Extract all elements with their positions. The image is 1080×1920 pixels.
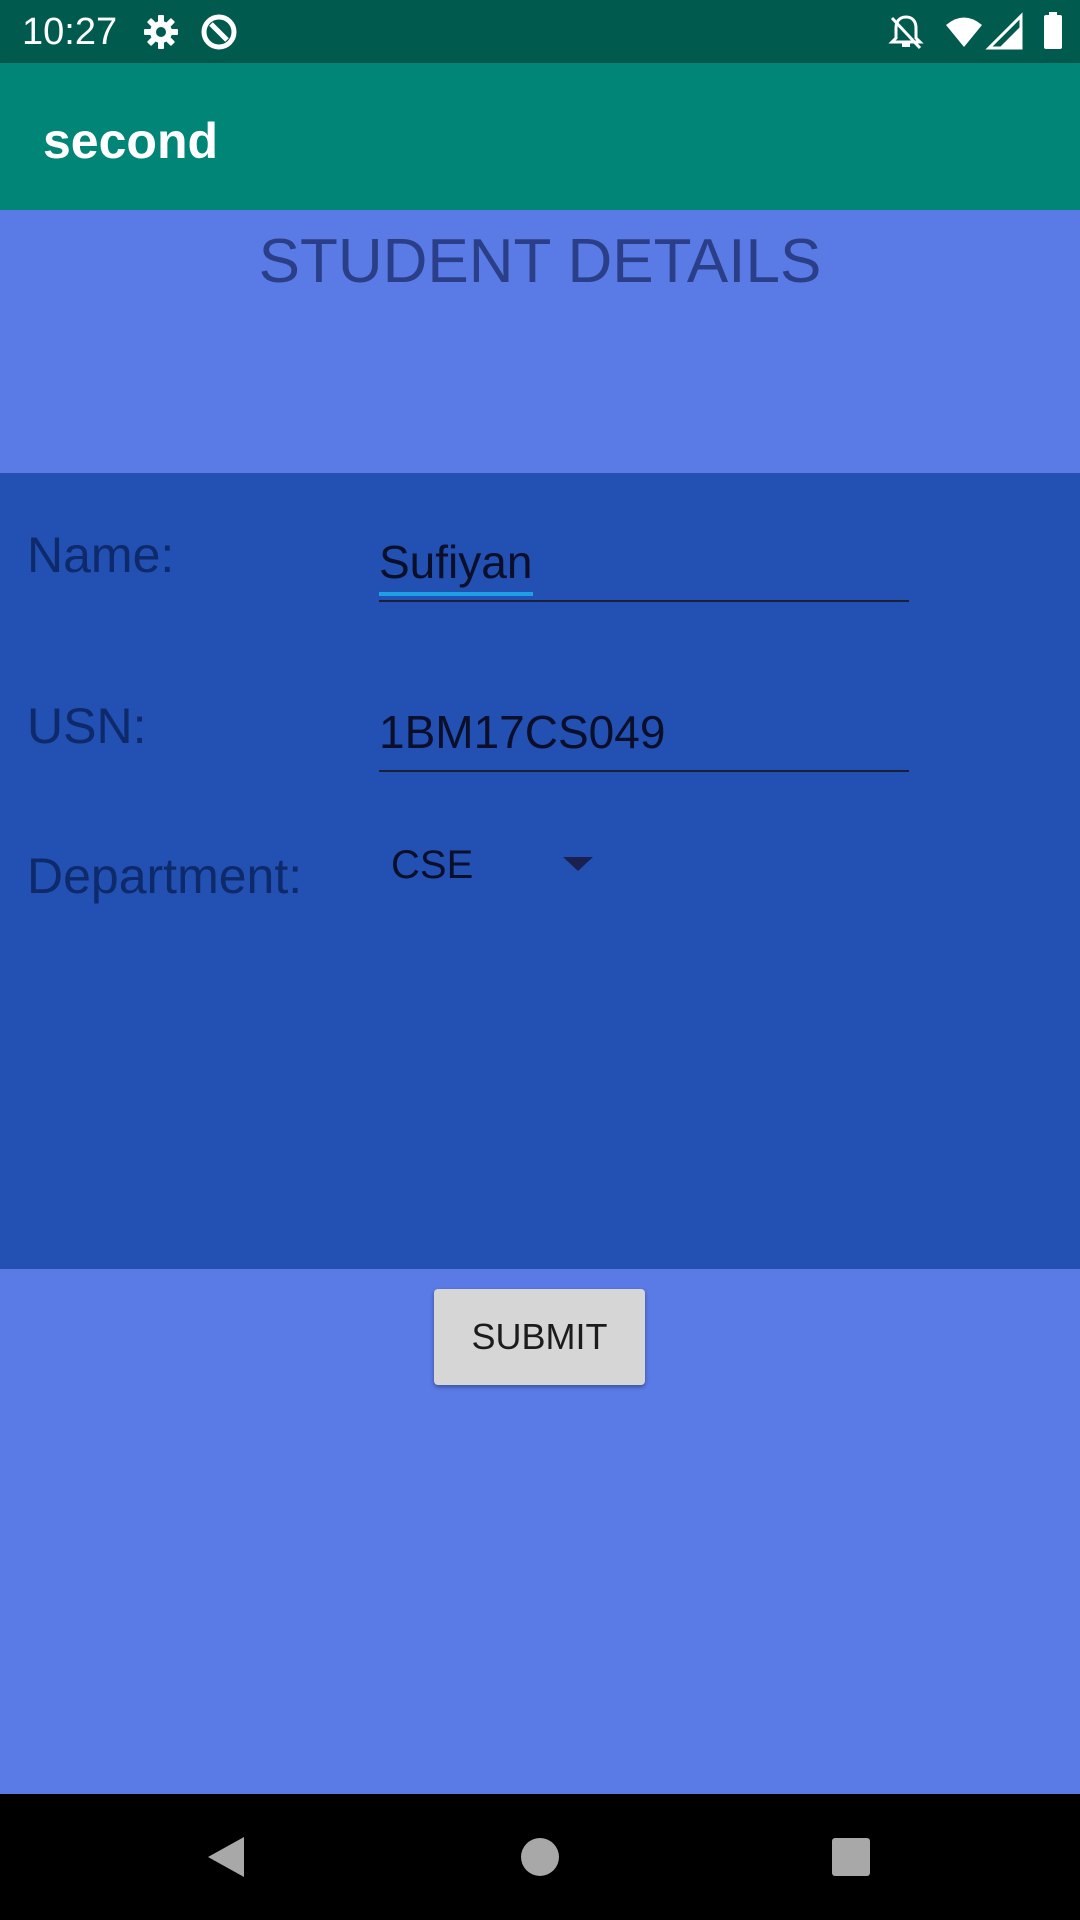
student-form: Name: Sufiyan USN: 1BM17CS049 Department… [0, 473, 1080, 1269]
department-dropdown-value: CSE [391, 843, 474, 887]
department-dropdown[interactable]: CSE [379, 833, 609, 899]
name-field-value: Sufiyan [379, 536, 533, 588]
dropdown-arrow-icon [563, 857, 593, 871]
navigation-bar [0, 1794, 1080, 1920]
name-field[interactable]: Sufiyan [379, 530, 909, 602]
signal-icon [985, 12, 1025, 52]
gear-icon [141, 12, 181, 52]
submit-button[interactable]: SUBMIT [434, 1289, 645, 1385]
home-icon[interactable] [510, 1827, 570, 1887]
notifications-off-icon [886, 12, 926, 52]
wifi-icon [944, 12, 984, 52]
department-label: Department: [27, 848, 303, 904]
battery-icon [1034, 12, 1074, 52]
recents-icon[interactable] [821, 1827, 881, 1887]
app-title: second [43, 113, 219, 169]
spellcheck-underline [379, 592, 533, 596]
usn-field[interactable]: 1BM17CS049 [379, 700, 909, 772]
status-bar: 10:27 [0, 0, 1080, 63]
usn-label: USN: [27, 698, 147, 754]
status-time: 10:27 [22, 11, 118, 53]
back-icon[interactable] [196, 1827, 256, 1887]
usn-field-value: 1BM17CS049 [379, 706, 666, 758]
header-section: STUDENT DETAILS [0, 210, 1080, 473]
page-title: STUDENT DETAILS [258, 227, 822, 296]
data-saver-icon [199, 12, 239, 52]
name-label: Name: [27, 527, 175, 583]
app-bar: second [0, 63, 1080, 210]
